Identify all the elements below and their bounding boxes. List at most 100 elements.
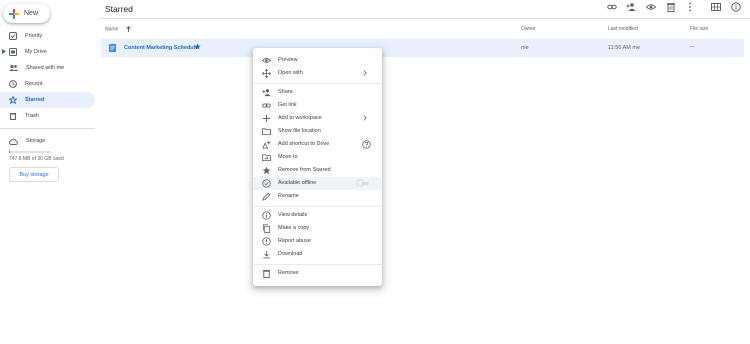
file-size: — [689, 44, 695, 50]
menu-item-view-details[interactable]: View details [253, 209, 382, 222]
menu-separator [253, 264, 382, 265]
clock-icon [9, 80, 17, 88]
grid-view-icon[interactable] [711, 2, 721, 12]
sidebar-item-label: Recent [25, 81, 43, 87]
plus-icon [262, 114, 271, 123]
sidebar-divider [0, 128, 95, 129]
sidebar: New Priority My Drive Shared with me Rec… [0, 0, 100, 344]
star-outline-icon [9, 96, 17, 104]
pencil-icon [262, 192, 271, 201]
file-name: Content Marketing Schedule [124, 45, 199, 51]
menu-item-label: Report abuse [278, 238, 312, 244]
chevron-right-icon [363, 115, 367, 121]
menu-item-available-offline[interactable]: Available offline [253, 177, 382, 190]
menu-item-preview[interactable]: Preview [253, 54, 382, 67]
menu-item-label: Rename [278, 193, 299, 199]
sidebar-item-label: Shared with me [26, 65, 65, 71]
sidebar-item-recent[interactable]: Recent [0, 76, 95, 92]
menu-item-remove-from-starred[interactable]: Remove from Starred [253, 164, 382, 177]
sidebar-item-label: Priority [25, 33, 43, 39]
column-header-size[interactable]: File size [690, 26, 708, 32]
sort-arrow-up-icon[interactable] [125, 26, 131, 32]
star-filled-icon [194, 43, 201, 50]
menu-item-get-link[interactable]: Get link [253, 99, 382, 112]
menu-item-remove[interactable]: Remove [253, 267, 382, 280]
trash-icon[interactable] [666, 2, 676, 12]
storage-label: Storage [26, 138, 46, 144]
menu-item-label: Add shortcut to Drive [278, 141, 330, 147]
cloud-icon [9, 138, 18, 145]
menu-item-show-file-location[interactable]: Show file location [253, 125, 382, 138]
link-icon[interactable] [607, 2, 617, 12]
menu-item-label: Preview [278, 57, 298, 63]
menu-separator [253, 206, 382, 207]
copy-icon [262, 224, 271, 233]
sidebar-item-shared-with-me[interactable]: Shared with me [0, 60, 95, 76]
menu-item-open-with[interactable]: Open with [253, 67, 382, 80]
page-title: Starred [105, 4, 133, 14]
menu-item-label: Make a copy [278, 225, 310, 231]
menu-item-label: Share [278, 89, 293, 95]
menu-item-add-shortcut[interactable]: Add shortcut to Drive [253, 138, 382, 151]
sidebar-item-storage[interactable]: Storage [0, 133, 95, 149]
menu-item-label: Show file location [278, 128, 321, 134]
file-last-modified: 11:56 AM me [608, 45, 640, 51]
menu-item-label: Remove [278, 270, 299, 276]
add-person-icon[interactable] [626, 2, 636, 12]
context-menu: Preview Open with Share Get link Add to … [253, 48, 382, 286]
link-icon [262, 101, 271, 110]
sidebar-item-label: Trash [25, 113, 39, 119]
my-drive-icon [9, 48, 17, 56]
menu-item-move-to[interactable]: Move to [253, 151, 382, 164]
plus-colored-icon [9, 8, 19, 19]
menu-item-report-abuse[interactable]: Report abuse [253, 235, 382, 248]
sidebar-item-my-drive[interactable]: My Drive [0, 44, 95, 60]
sidebar-item-trash[interactable]: Trash [0, 108, 95, 124]
menu-item-label: Get link [278, 102, 297, 108]
sidebar-item-label: Starred [25, 97, 45, 103]
folder-icon [262, 127, 271, 136]
storage-usage-text: 747.6 MB of 30 GB used [9, 156, 64, 162]
shared-people-icon [9, 64, 18, 72]
sidebar-nav: Priority My Drive Shared with me Recent [0, 28, 95, 149]
trash-icon [9, 112, 17, 120]
file-owner: me [521, 45, 529, 51]
column-header-name[interactable]: Name [105, 26, 131, 32]
chevron-right-icon [363, 70, 367, 76]
expand-caret-icon[interactable] [2, 49, 6, 54]
menu-item-add-to-workspace[interactable]: Add to workspace [253, 112, 382, 125]
help-icon[interactable] [362, 140, 371, 149]
info-icon [262, 211, 271, 220]
menu-item-label: View details [278, 212, 308, 218]
menu-item-rename[interactable]: Rename [253, 190, 382, 203]
storage-usage-bar [9, 151, 51, 153]
sidebar-item-starred[interactable]: Starred [0, 92, 95, 108]
storage-usage-fill [9, 151, 11, 153]
offline-check-icon [262, 179, 271, 188]
column-header-modified[interactable]: Last modified [608, 26, 638, 32]
menu-item-share[interactable]: Share [253, 86, 382, 99]
document-icon [109, 44, 116, 52]
more-vert-icon[interactable] [685, 2, 695, 12]
trash-icon [262, 269, 271, 278]
offline-toggle[interactable] [357, 180, 370, 186]
toggle-knob [357, 180, 363, 186]
buy-storage-button[interactable]: Buy storage [9, 167, 59, 182]
menu-item-download[interactable]: Download [253, 248, 382, 261]
sidebar-item-priority[interactable]: Priority [0, 28, 95, 44]
header-divider [100, 18, 750, 19]
menu-item-label: Move to [278, 154, 298, 160]
menu-separator [253, 83, 382, 84]
new-button[interactable]: New [3, 4, 50, 23]
info-icon[interactable] [731, 2, 741, 12]
download-icon [262, 250, 271, 259]
menu-item-make-a-copy[interactable]: Make a copy [253, 222, 382, 235]
menu-item-label: Add to workspace [278, 115, 322, 121]
preview-eye-icon[interactable] [646, 2, 656, 12]
table-row[interactable]: Content Marketing Schedule me 11:56 AM m… [101, 39, 744, 57]
menu-item-label: Remove from Starred [278, 167, 331, 173]
sidebar-item-label: My Drive [25, 49, 47, 55]
column-header-owner[interactable]: Owner [521, 26, 536, 32]
add-person-icon [262, 88, 271, 97]
menu-item-label: Download [278, 251, 303, 257]
